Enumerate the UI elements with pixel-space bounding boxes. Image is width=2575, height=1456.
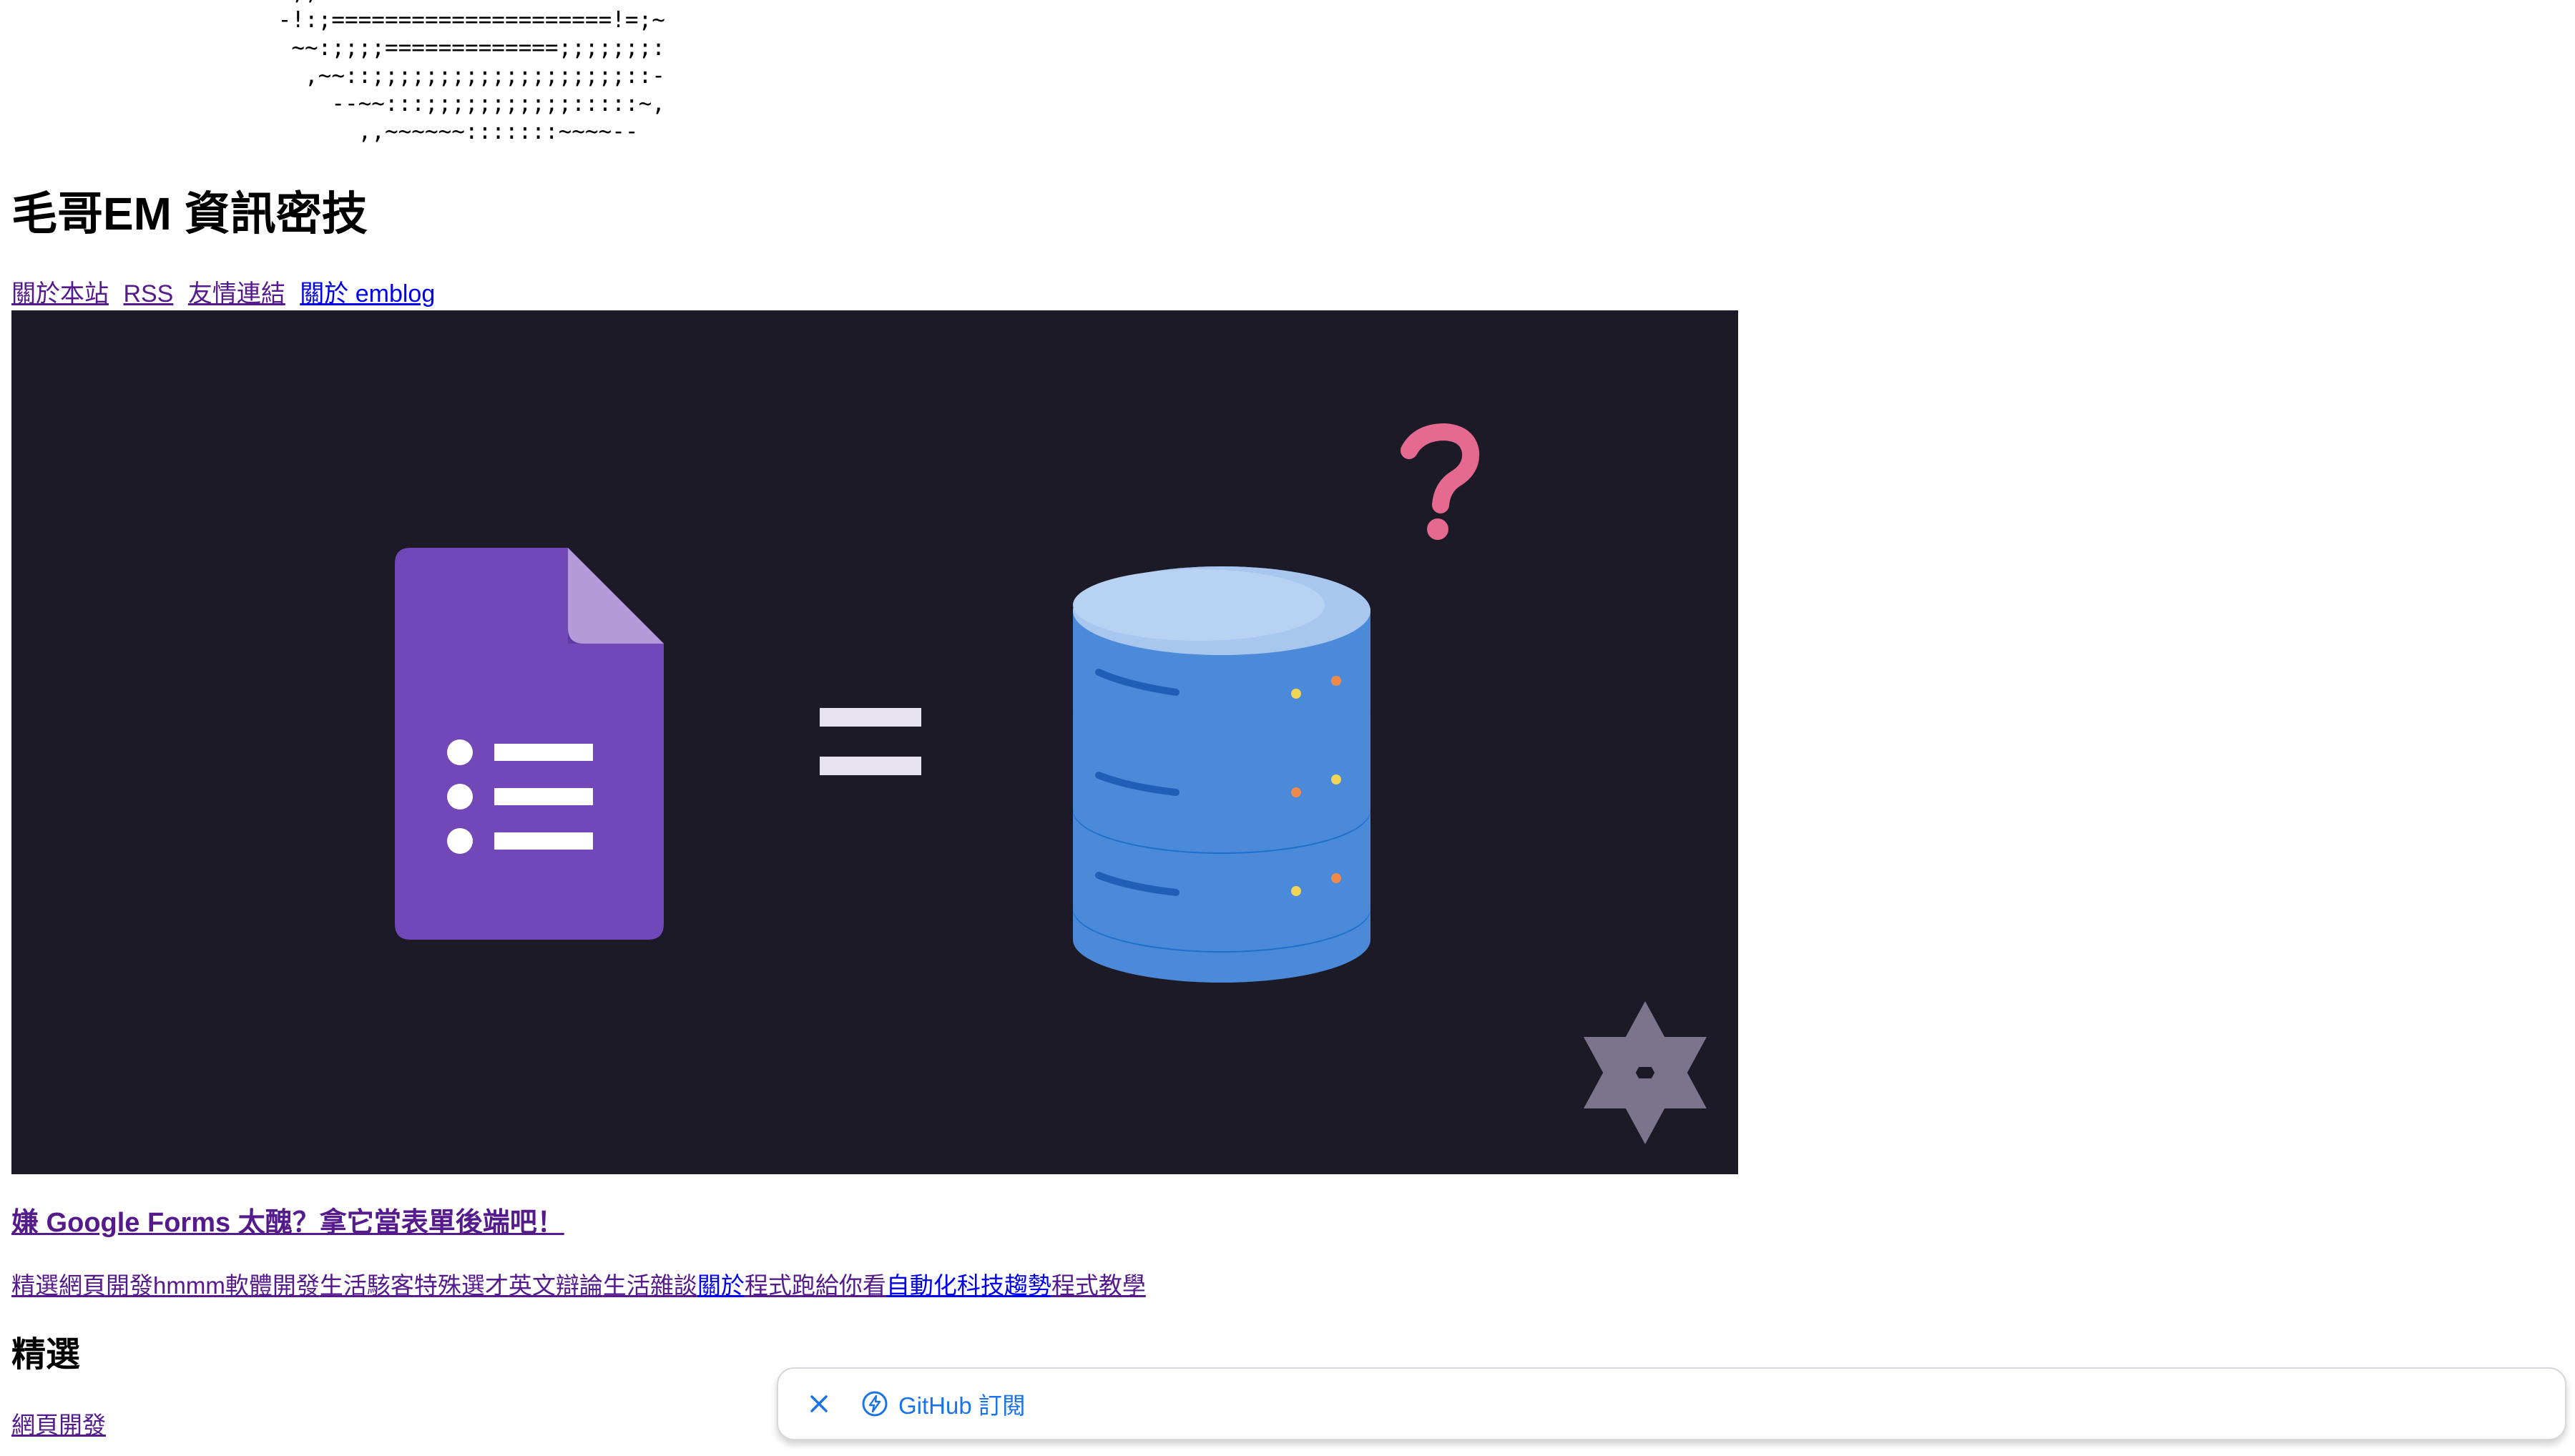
category-link[interactable]: 特殊選才 xyxy=(414,1272,509,1299)
category-link[interactable]: 軟體開發 xyxy=(225,1272,320,1299)
google-forms-icon xyxy=(395,548,664,940)
category-link[interactable]: 科技趨勢 xyxy=(957,1272,1051,1299)
category-link[interactable]: 程式教學 xyxy=(1051,1272,1146,1299)
ascii-line: -!:;=====================!=;~ xyxy=(265,7,665,33)
category-nav: 精選網頁開發hmmm軟體開發生活駭客特殊選才英文辯論生活雜談關於程式跑給你看自動… xyxy=(11,1268,1146,1304)
close-button[interactable] xyxy=(801,1386,837,1422)
ascii-line: ,~~::;;;;;;;;;;;;;;;;;;;::- xyxy=(265,63,665,89)
category-link[interactable]: 自動化 xyxy=(886,1272,957,1299)
featured-post-image[interactable] xyxy=(11,310,1738,1174)
section-link[interactable]: 網頁開發 xyxy=(11,1407,106,1443)
category-link[interactable]: 精選 xyxy=(11,1272,59,1299)
category-link[interactable]: 生活雜談 xyxy=(603,1272,697,1299)
nav-link-rss[interactable]: RSS xyxy=(123,280,173,308)
bolt-circle-icon xyxy=(862,1391,888,1417)
ascii-line: ,,~~~~~~:::::::~~~~-- xyxy=(265,119,639,144)
github-subscribe-button[interactable]: GitHub 訂閱 xyxy=(861,1387,1026,1421)
question-mark-icon xyxy=(1401,423,1480,540)
ascii-line: --~~:::;;;;;;;;;;;:::::~, xyxy=(265,91,665,117)
nav-link-about-site[interactable]: 關於本站 xyxy=(11,280,109,308)
category-link[interactable]: 程式跑給你看 xyxy=(745,1272,886,1299)
subscribe-bar: GitHub 訂閱 xyxy=(777,1367,2566,1440)
category-link[interactable]: 網頁開發 xyxy=(59,1272,153,1299)
category-link[interactable]: hmmm xyxy=(153,1272,225,1299)
section-title: 精選 xyxy=(11,1336,81,1374)
ascii-line: ~~:;;;;=============;;;;;;;: xyxy=(265,35,665,61)
github-subscribe-label: GitHub 訂閱 xyxy=(898,1392,1026,1419)
close-icon xyxy=(810,1395,828,1412)
nav-link-about-emblog[interactable]: 關於 emblog xyxy=(300,280,435,308)
category-link[interactable]: 生活駭客 xyxy=(320,1272,414,1299)
site-title: 毛哥EM 資訊密技 xyxy=(11,188,368,240)
ascii-line: ~:;;===!!!!!==============!!*!=! xyxy=(265,0,692,5)
hero-illustration xyxy=(395,423,1707,1144)
database-icon xyxy=(1073,566,1370,983)
featured-post-title-link[interactable]: 嫌 Google Forms 太醜？拿它當表單後端吧！ xyxy=(11,1203,564,1243)
star-logo-icon xyxy=(1584,1001,1707,1144)
ascii-art-banner: ~:;;===!!!!!==============!!*!=! -!:;===… xyxy=(265,0,692,146)
equals-icon xyxy=(820,708,921,775)
category-link[interactable]: 關於 xyxy=(697,1272,745,1299)
nav-link-friends[interactable]: 友情連結 xyxy=(188,280,285,308)
category-link[interactable]: 英文辯論 xyxy=(509,1272,603,1299)
top-nav: 關於本站 RSS 友情連結 關於 emblog xyxy=(11,276,443,312)
